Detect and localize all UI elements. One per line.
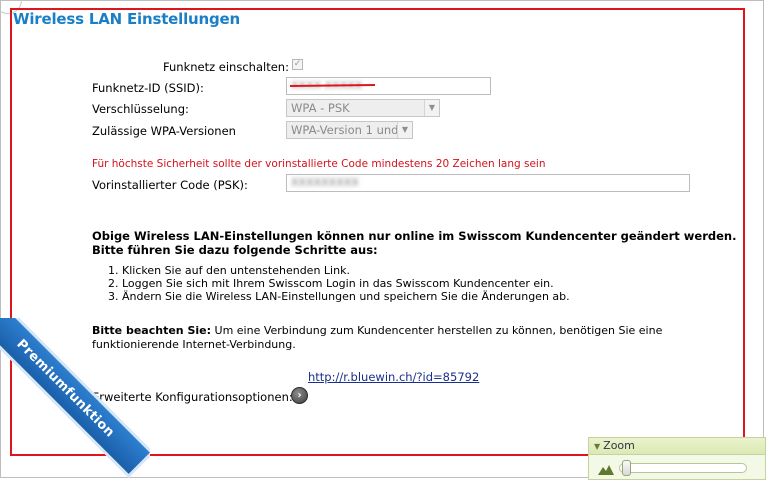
wpa-versions-select[interactable]: WPA-Version 1 und 2 ▼ xyxy=(286,121,413,139)
connection-note: Bitte beachten Sie: Um eine Verbindung z… xyxy=(92,324,692,352)
kundencenter-link[interactable]: http://r.bluewin.ch/?id=85792 xyxy=(308,370,479,384)
zoom-body xyxy=(589,456,765,480)
wpa-versions-value: WPA-Version 1 und 2 xyxy=(291,123,410,137)
enable-wifi-label: Funknetz einschalten: xyxy=(163,60,289,74)
wpa-versions-label: Zulässige WPA-Versionen xyxy=(92,124,236,138)
zoom-label: Zoom xyxy=(603,439,635,452)
collapse-triangle-icon: ▼ xyxy=(594,442,601,451)
info-heading-line2: Bitte führen Sie dazu folgende Schritte … xyxy=(92,243,378,257)
zoom-header[interactable]: ▼ Zoom xyxy=(589,438,765,455)
zoom-panel: ▼ Zoom xyxy=(588,437,766,480)
psk-value: XXXXXXXXX xyxy=(291,176,359,189)
premium-ribbon-label: Premiumfunktion xyxy=(0,318,150,474)
info-heading-line1: Obige Wireless LAN-Einstellungen können … xyxy=(92,229,737,243)
ssid-label: Funknetz-ID (SSID): xyxy=(92,81,204,95)
list-item: 3. Ändern Sie die Wireless LAN-Einstellu… xyxy=(108,290,570,303)
advanced-options-button[interactable]: › xyxy=(291,387,308,404)
zoom-slider-track[interactable] xyxy=(619,463,747,473)
encryption-select[interactable]: WPA - PSK ▼ xyxy=(286,99,440,117)
mountain-icon xyxy=(598,465,614,475)
ssid-redaction-strike xyxy=(290,84,375,87)
steps-list: 1. Klicken Sie auf den untenstehenden Li… xyxy=(108,264,570,303)
enable-wifi-checkbox[interactable]: ✓ xyxy=(292,59,303,70)
premium-ribbon: Premiumfunktion xyxy=(0,318,150,480)
page-title: Wireless LAN Einstellungen xyxy=(13,10,240,28)
psk-field[interactable]: XXXXXXXXX xyxy=(286,174,690,192)
list-item: 2. Loggen Sie sich mit Ihrem Swisscom Lo… xyxy=(108,277,554,290)
encryption-value: WPA - PSK xyxy=(291,101,350,115)
list-item: 1. Klicken Sie auf den untenstehenden Li… xyxy=(108,264,350,277)
chevron-down-icon: ▼ xyxy=(424,100,439,116)
chevron-right-icon: › xyxy=(297,390,302,401)
psk-warning: Für höchste Sicherheit sollte der vorins… xyxy=(92,158,546,170)
encryption-label: Verschlüsselung: xyxy=(92,102,189,116)
psk-label: Vorinstallierter Code (PSK): xyxy=(92,178,248,192)
chevron-down-icon: ▼ xyxy=(397,122,412,138)
info-heading: Obige Wireless LAN-Einstellungen können … xyxy=(92,229,736,257)
zoom-slider-thumb[interactable] xyxy=(622,460,631,476)
